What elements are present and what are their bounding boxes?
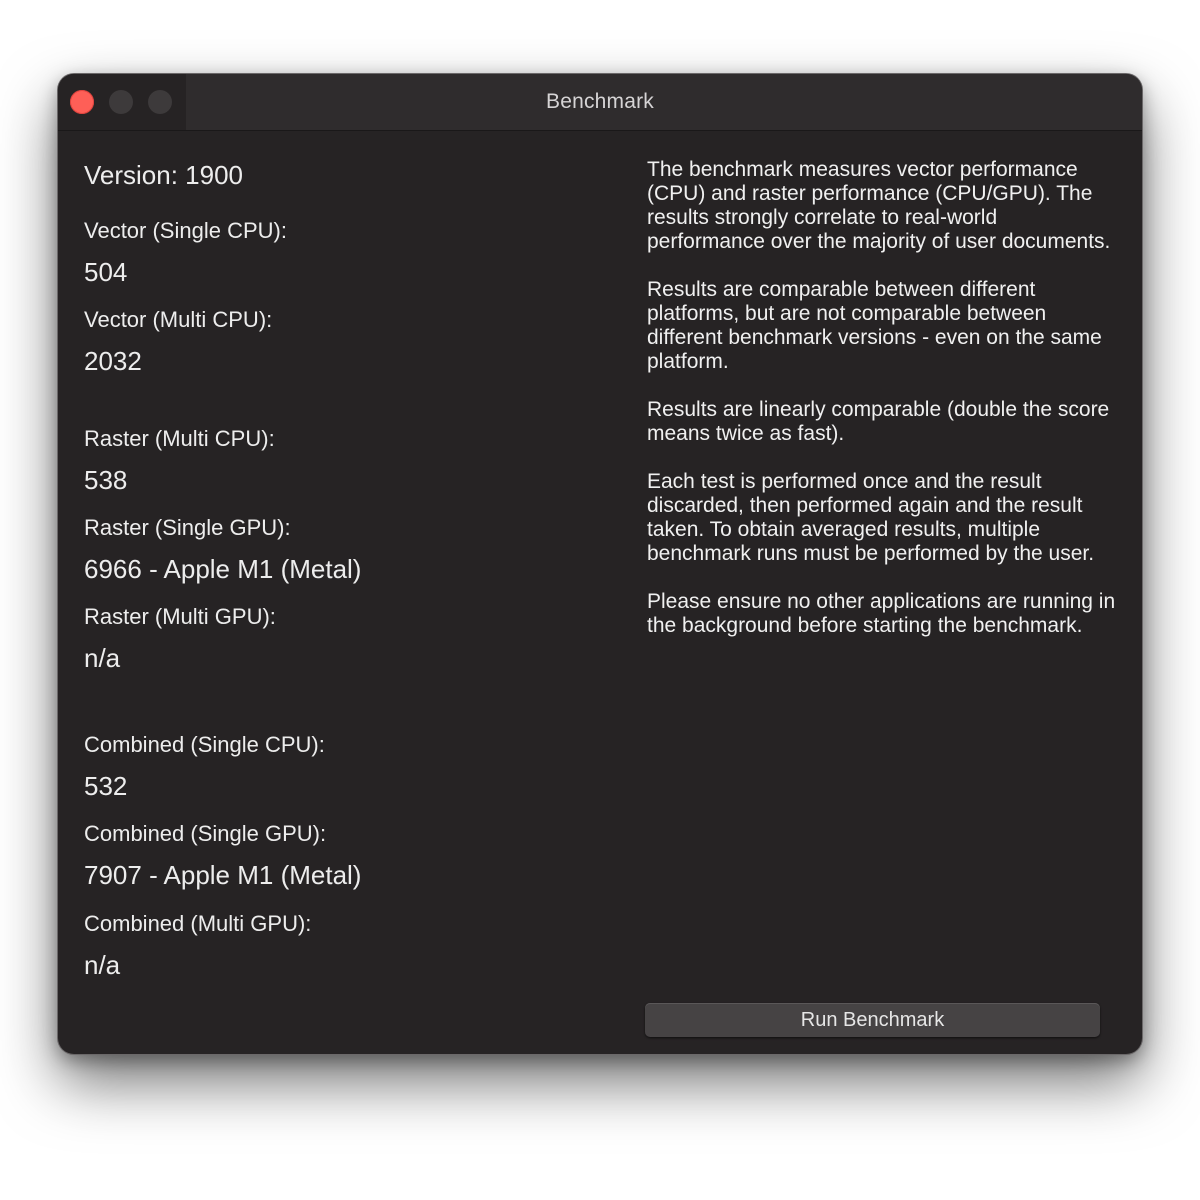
raster-single-gpu-value: 6966 - Apple M1 (Metal) xyxy=(84,554,362,584)
description-paragraph: Each test is performed once and the resu… xyxy=(647,470,1095,565)
raster-single-gpu-label: Raster (Single GPU): xyxy=(84,515,291,540)
benchmark-window: Benchmark Version: 1900 Vector (Single C… xyxy=(58,74,1142,1054)
vector-multi-cpu-label: Vector (Multi CPU): xyxy=(84,307,273,332)
window-content: Version: 1900 Vector (Single CPU): 504 V… xyxy=(58,130,1142,1054)
description-paragraph: Please ensure no other applications are … xyxy=(647,590,1116,637)
vector-single-cpu-value: 504 xyxy=(84,257,128,287)
description-panel: The benchmark measures vector performanc… xyxy=(647,158,1117,662)
run-benchmark-button[interactable]: Run Benchmark xyxy=(645,1003,1100,1037)
raster-multi-gpu-value: n/a xyxy=(84,643,121,673)
description-paragraph: The benchmark measures vector performanc… xyxy=(647,158,1111,253)
combined-single-gpu-value: 7907 - Apple M1 (Metal) xyxy=(84,860,362,890)
vector-multi-cpu-value: 2032 xyxy=(84,346,142,376)
vector-single-cpu-label: Vector (Single CPU): xyxy=(84,218,287,243)
version-label: Version: 1900 xyxy=(84,160,244,190)
window-title: Benchmark xyxy=(545,90,654,113)
raster-multi-cpu-value: 538 xyxy=(84,465,128,495)
combined-multi-gpu-value: n/a xyxy=(84,950,121,980)
combined-single-cpu-value: 532 xyxy=(84,771,128,801)
description-paragraph: Results are linearly comparable (double … xyxy=(647,398,1110,445)
title-bar[interactable]: Benchmark xyxy=(58,74,1142,131)
combined-single-cpu-label: Combined (Single CPU): xyxy=(84,732,325,757)
description-paragraph: Results are comparable between different… xyxy=(647,278,1102,373)
combined-multi-gpu-label: Combined (Multi GPU): xyxy=(84,911,312,936)
raster-multi-gpu-label: Raster (Multi GPU): xyxy=(84,604,276,629)
combined-single-gpu-label: Combined (Single GPU): xyxy=(84,821,327,846)
raster-multi-cpu-label: Raster (Multi CPU): xyxy=(84,426,275,451)
